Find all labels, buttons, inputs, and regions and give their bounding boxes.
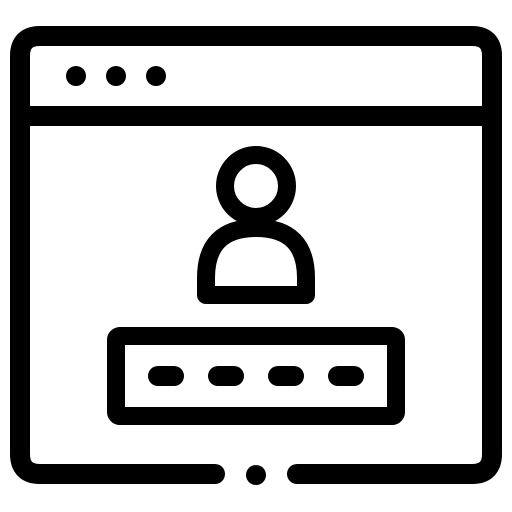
password-field [107,327,405,425]
bottom-dot [246,465,266,485]
user-icon [197,146,315,304]
window-dot-1 [66,66,86,86]
browser-login-icon [0,0,512,512]
browser-login-svg [10,26,502,485]
window-dot-2 [106,66,126,86]
user-body [197,219,315,304]
user-head [216,146,296,226]
window-controls [66,66,166,86]
window-dot-3 [146,66,166,86]
